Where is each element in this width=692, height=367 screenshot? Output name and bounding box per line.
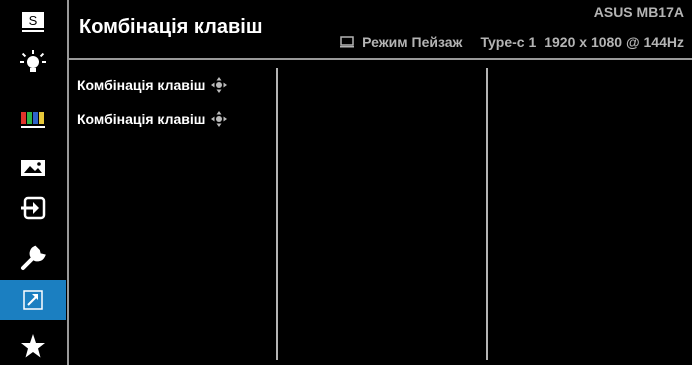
sidebar-item-shortcut[interactable] (0, 280, 66, 320)
input-select-icon (21, 196, 46, 220)
menu-item-shortcut-2[interactable]: Комбінація клавіш (77, 108, 228, 130)
input-label: Type-c 1 (480, 34, 537, 50)
column-divider-2 (486, 68, 488, 360)
sidebar-item-image[interactable] (0, 148, 66, 188)
landscape-mode-icon (340, 36, 355, 48)
resolution-label: 1920 x 1080 @ 144Hz (544, 34, 684, 50)
menu-item-shortcut-1[interactable]: Комбінація клавіш (77, 74, 228, 96)
sidebar-item-favorites[interactable] (0, 326, 66, 366)
header-divider (69, 58, 692, 60)
menu-item-label: Комбінація клавіш (77, 77, 206, 93)
header: Комбінація клавіш ASUS MB17A Режим Пейза… (69, 0, 692, 58)
blue-light-icon (20, 50, 46, 72)
sidebar-item-color[interactable] (0, 100, 66, 140)
splendid-letter: S (29, 13, 38, 28)
osd-menu: S Комбінація клавіш ASUS MB17A Режим Пей… (0, 0, 692, 367)
shortcut-arrow-icon (23, 290, 43, 310)
model-name: ASUS MB17A (593, 4, 684, 20)
sidebar-item-system[interactable] (0, 238, 66, 278)
column-divider-1 (276, 68, 278, 360)
splendid-s-icon: S (22, 12, 44, 32)
status-bar: Режим Пейзаж Type-c 1 1920 x 1080 @ 144H… (340, 33, 684, 51)
sidebar-item-splendid[interactable]: S (0, 2, 66, 42)
image-icon (21, 160, 45, 176)
sidebar-item-blue-light[interactable] (0, 44, 66, 84)
menu-item-label: Комбінація клавіш (77, 111, 206, 127)
joystick-nav-icon (211, 77, 228, 93)
star-icon (21, 334, 45, 358)
sidebar-item-input[interactable] (0, 188, 66, 228)
page-title: Комбінація клавіш (79, 16, 263, 38)
sidebar: S (0, 0, 69, 367)
mode-label: Режим Пейзаж (362, 34, 463, 50)
wrench-icon (21, 245, 46, 270)
joystick-nav-icon (211, 111, 228, 127)
color-bars-icon (21, 112, 45, 128)
